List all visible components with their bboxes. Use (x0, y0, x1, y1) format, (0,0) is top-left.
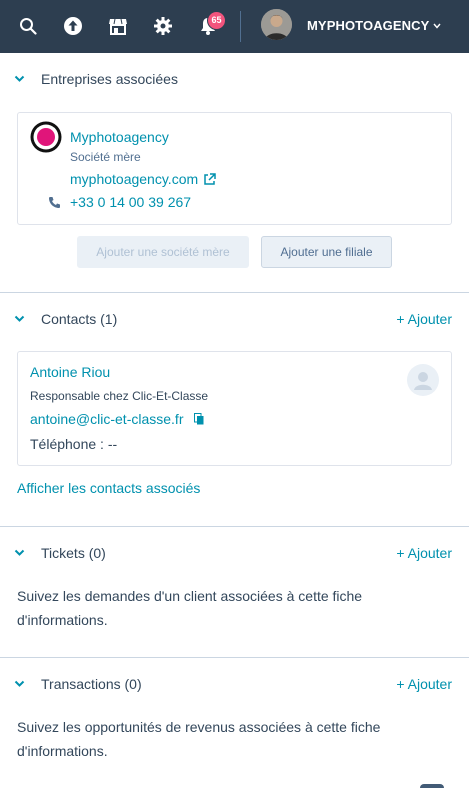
account-menu[interactable]: MYPHOTOAGENCY (307, 18, 441, 33)
topbar-divider (240, 11, 241, 42)
chevron-down-icon[interactable] (14, 75, 25, 83)
settings-icon[interactable] (149, 12, 177, 40)
company-name[interactable]: Myphotoagency (70, 129, 169, 145)
top-navigation-bar: 65 MYPHOTOAGENCY (0, 0, 469, 53)
transactions-section-title[interactable]: Transactions (0) (41, 676, 142, 692)
tickets-section-title[interactable]: Tickets (0) (41, 545, 106, 561)
section-divider (0, 526, 469, 527)
company-domain-link[interactable]: myphotoagency.com (70, 171, 216, 187)
view-associated-contacts-link[interactable]: Afficher les contacts associés (17, 480, 200, 496)
search-icon[interactable] (14, 12, 42, 40)
section-divider (0, 292, 469, 293)
notification-badge: 65 (207, 11, 226, 30)
contact-card: Antoine Riou Responsable chez Clic-Et-Cl… (17, 351, 452, 466)
copy-icon[interactable] (193, 413, 204, 425)
tickets-section-header: Tickets (0) + Ajouter (0, 542, 469, 566)
contact-name[interactable]: Antoine Riou (30, 364, 110, 380)
user-avatar[interactable] (261, 9, 292, 40)
section-divider (0, 657, 469, 658)
contact-email-row[interactable]: antoine@clic-et-classe.fr (30, 411, 204, 427)
chevron-down-icon (433, 23, 441, 29)
company-logo (30, 121, 62, 153)
transactions-section-header: Transactions (0) + Ajouter (0, 673, 469, 697)
contact-avatar-placeholder (407, 364, 439, 396)
contact-phone: Téléphone : -- (30, 436, 118, 452)
chat-launcher-edge[interactable] (420, 784, 444, 788)
companies-section-header: Entreprises associées (0, 68, 469, 92)
add-parent-company-button[interactable]: Ajouter une société mère (77, 236, 249, 268)
add-child-company-button[interactable]: Ajouter une filiale (261, 236, 392, 268)
contact-job-title: Responsable chez Clic-Et-Classe (30, 389, 209, 403)
contact-email: antoine@clic-et-classe.fr (30, 411, 184, 427)
contacts-section-title[interactable]: Contacts (1) (41, 311, 117, 327)
contacts-section-header: Contacts (1) + Ajouter (0, 308, 469, 332)
add-ticket-button[interactable]: + Ajouter (396, 545, 452, 561)
company-card: Myphotoagency Société mère myphotoagency… (17, 112, 452, 225)
external-link-icon (204, 172, 216, 185)
company-role: Société mère (70, 150, 141, 164)
upload-icon[interactable] (59, 12, 87, 40)
phone-icon (49, 197, 60, 208)
add-contact-button[interactable]: + Ajouter (396, 311, 452, 327)
add-transaction-button[interactable]: + Ajouter (396, 676, 452, 692)
account-name: MYPHOTOAGENCY (307, 18, 430, 33)
tickets-description: Suivez les demandes d'un client associée… (17, 588, 363, 628)
company-domain: myphotoagency.com (70, 171, 199, 187)
companies-section-title[interactable]: Entreprises associées (41, 71, 178, 87)
chevron-down-icon[interactable] (14, 315, 25, 323)
company-phone[interactable]: +33 0 14 00 39 267 (70, 194, 191, 210)
chevron-down-icon[interactable] (14, 549, 25, 557)
marketplace-icon[interactable] (104, 12, 132, 40)
chevron-down-icon[interactable] (14, 680, 25, 688)
transactions-description: Suivez les opportunités de revenus assoc… (17, 719, 381, 759)
